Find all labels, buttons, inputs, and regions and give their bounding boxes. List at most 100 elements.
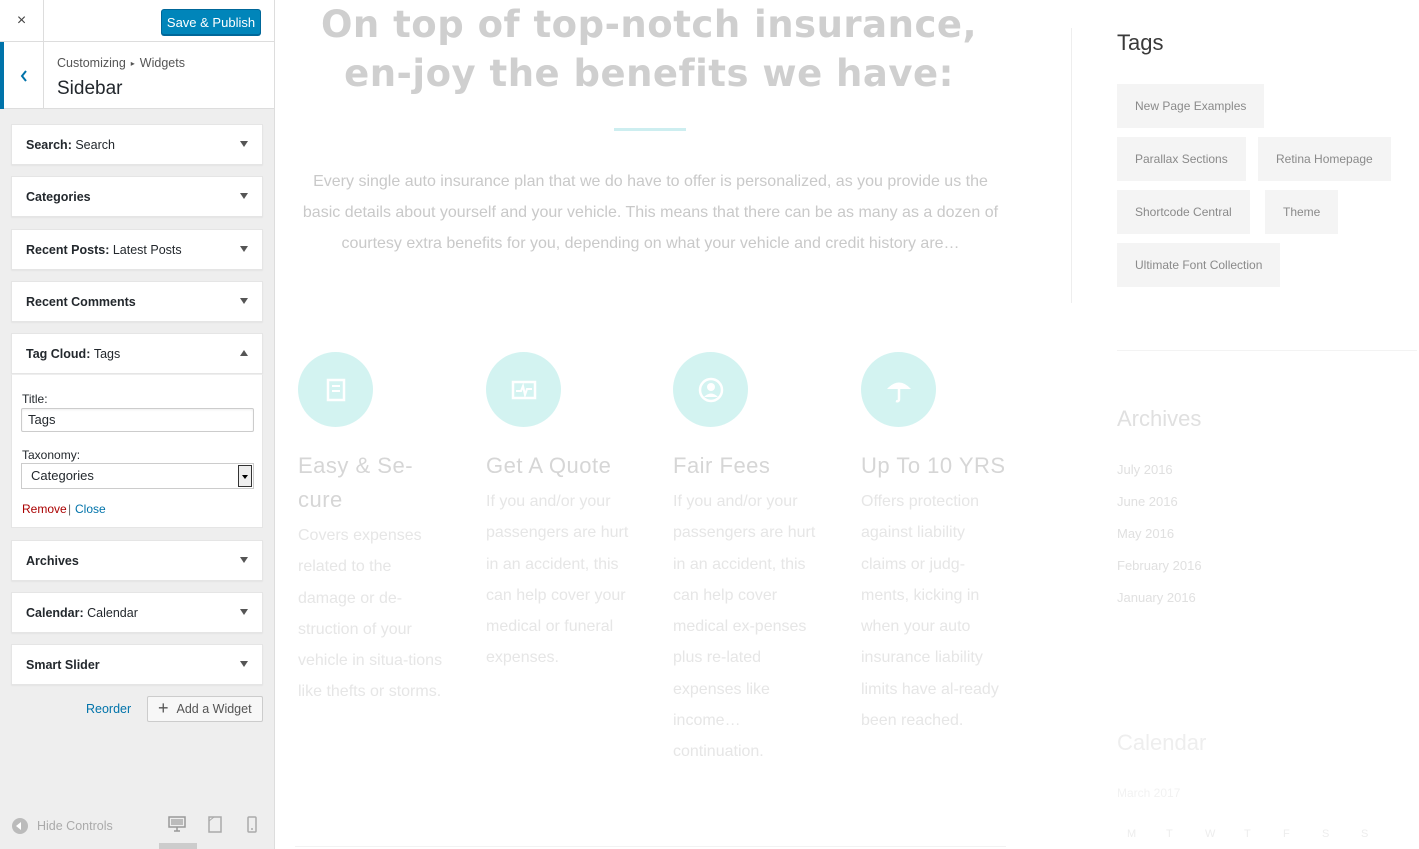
caret-down-icon[interactable] (240, 298, 248, 304)
widget-instance-title: Latest Posts (112, 243, 182, 257)
feature-column: Up To 10 YRS Offers protection against li… (861, 352, 1011, 736)
widget-title: Calendar: Calendar (26, 606, 138, 620)
tag-link[interactable]: Shortcode Central (1117, 190, 1250, 234)
plus-icon: + (158, 697, 169, 718)
tag-link[interactable]: Parallax Sections (1117, 137, 1246, 181)
widget-instance-title: Calendar (87, 606, 138, 620)
tag-link[interactable]: New Page Examples (1117, 84, 1265, 128)
tag-link[interactable]: Retina Homepage (1258, 137, 1391, 181)
caret-up-icon[interactable] (240, 350, 248, 356)
tag-cloud-widget-form: Title: Tags Taxonomy: Categories Remove … (11, 374, 263, 528)
reorder-widgets-link[interactable]: Reorder (86, 702, 131, 716)
feature-title: Up To 10 YRS (861, 453, 1006, 478)
pulse-icon (511, 380, 536, 399)
widget-calendar[interactable]: Calendar: Calendar (11, 592, 263, 633)
taxonomy-select[interactable]: Categories (21, 463, 254, 489)
widget-categories[interactable]: Categories (11, 176, 263, 217)
feature-icon-circle (486, 352, 561, 427)
widget-instance-title: Search (75, 138, 115, 152)
feature-icon-circle (298, 352, 373, 427)
widget-separator (1117, 350, 1417, 351)
archive-link[interactable]: July 2016 (1117, 462, 1173, 477)
widget-search[interactable]: Search: Search (11, 124, 263, 165)
widget-title: Smart Slider (26, 658, 100, 672)
tags-widget-heading: Tags (1117, 30, 1164, 55)
breadcrumb-root: Customizing (57, 56, 126, 70)
desktop-preview-icon[interactable] (168, 816, 186, 832)
tablet-preview-icon[interactable] (208, 816, 222, 833)
feature-text: Covers expenses related to the damage or… (298, 527, 443, 701)
panel-footer: Hide Controls (0, 806, 275, 849)
widget-title-separator: : (105, 243, 113, 257)
link-separator: | (68, 502, 72, 516)
calendar-weekday: T (1166, 828, 1173, 840)
caret-down-icon[interactable] (240, 557, 248, 563)
widget-title: Recent Posts: Latest Posts (26, 243, 182, 257)
calendar-weekday: S (1361, 828, 1369, 840)
caret-down-icon[interactable] (240, 246, 248, 252)
feature-title: Get A Quote (486, 453, 612, 478)
widget-name: Search (26, 138, 68, 152)
archive-link[interactable]: February 2016 (1117, 558, 1202, 573)
customizer-panel: × Save & Publish Customizing ▸ Widgets Sid… (0, 0, 275, 849)
calendar-weekday: M (1127, 828, 1137, 840)
archives-widget-heading: Archives (1117, 406, 1202, 431)
feature-title: Easy & Se-cure (298, 453, 414, 512)
widget-name: Archives (26, 554, 79, 568)
save-publish-button[interactable]: Save & Publish (161, 9, 261, 35)
caret-down-icon[interactable] (240, 193, 248, 199)
taxonomy-label: Taxonomy: (22, 448, 81, 462)
widget-name: Recent Posts (26, 243, 106, 257)
add-widget-button[interactable]: + Add a Widget (147, 696, 263, 722)
close-icon: × (16, 12, 27, 29)
breadcrumb-arrow-icon: ▸ (130, 59, 135, 68)
caret-down-icon[interactable] (240, 609, 248, 615)
widget-archives[interactable]: Archives (11, 540, 263, 581)
add-widget-label: Add a Widget (176, 702, 252, 716)
panel-header: × Save & Publish (0, 0, 274, 42)
umbrella-icon (886, 382, 911, 402)
headline-divider (614, 128, 686, 131)
widget-recent-posts[interactable]: Recent Posts: Latest Posts (11, 229, 263, 270)
receipt-icon (326, 378, 345, 401)
user-circle-icon (698, 377, 723, 402)
caret-down-icon[interactable] (240, 141, 248, 147)
hide-controls-button[interactable]: Hide Controls (12, 818, 113, 834)
calendar-weekday: S (1322, 828, 1330, 840)
content-bottom-border (295, 846, 1006, 847)
title-input[interactable]: Tags (21, 408, 254, 432)
calendar-widget-heading: Calendar (1117, 730, 1207, 755)
remove-widget-link[interactable]: Remove (22, 502, 67, 516)
widget-title: Categories (26, 190, 91, 204)
widget-title: Archives (26, 554, 79, 568)
archive-link[interactable]: May 2016 (1117, 526, 1174, 541)
archive-link[interactable]: June 2016 (1117, 494, 1178, 509)
back-button[interactable] (0, 42, 44, 109)
widget-name: Recent Comments (26, 295, 136, 309)
widget-tag-cloud[interactable]: Tag Cloud: Tags (11, 333, 263, 374)
sidebar-divider (1071, 28, 1072, 303)
feature-text: If you and/or your passengers are hurt i… (673, 493, 816, 761)
caret-down-icon[interactable] (240, 661, 248, 667)
breadcrumb: Customizing ▸ Widgets (57, 56, 185, 70)
widget-title-separator: : (86, 347, 94, 361)
close-widget-link[interactable]: Close (75, 502, 106, 516)
tag-link[interactable]: Ultimate Font Collection (1117, 243, 1281, 287)
breadcrumb-current: Widgets (139, 56, 185, 70)
active-device-indicator (159, 843, 197, 849)
archive-link[interactable]: January 2016 (1117, 590, 1196, 605)
chevron-left-icon (20, 69, 27, 82)
widget-title: Tag Cloud: Tags (26, 347, 120, 361)
close-customizer-button[interactable]: × (0, 0, 44, 42)
title-label: Title: (22, 392, 48, 406)
widget-smart-slider[interactable]: Smart Slider (11, 644, 263, 685)
tag-link[interactable]: Theme (1265, 190, 1339, 234)
widget-name: Calendar (26, 606, 80, 620)
calendar-caption: March 2017 (1117, 786, 1181, 800)
mobile-preview-icon[interactable] (247, 816, 257, 833)
section-header: Customizing ▸ Widgets (0, 42, 274, 109)
dropdown-arrow-icon[interactable] (238, 465, 252, 487)
widget-recent-comments[interactable]: Recent Comments (11, 281, 263, 322)
preview-intro-text: Every single auto insurance plan that we… (302, 173, 999, 252)
feature-column: Get A Quote If you and/or your passengers… (486, 352, 636, 674)
